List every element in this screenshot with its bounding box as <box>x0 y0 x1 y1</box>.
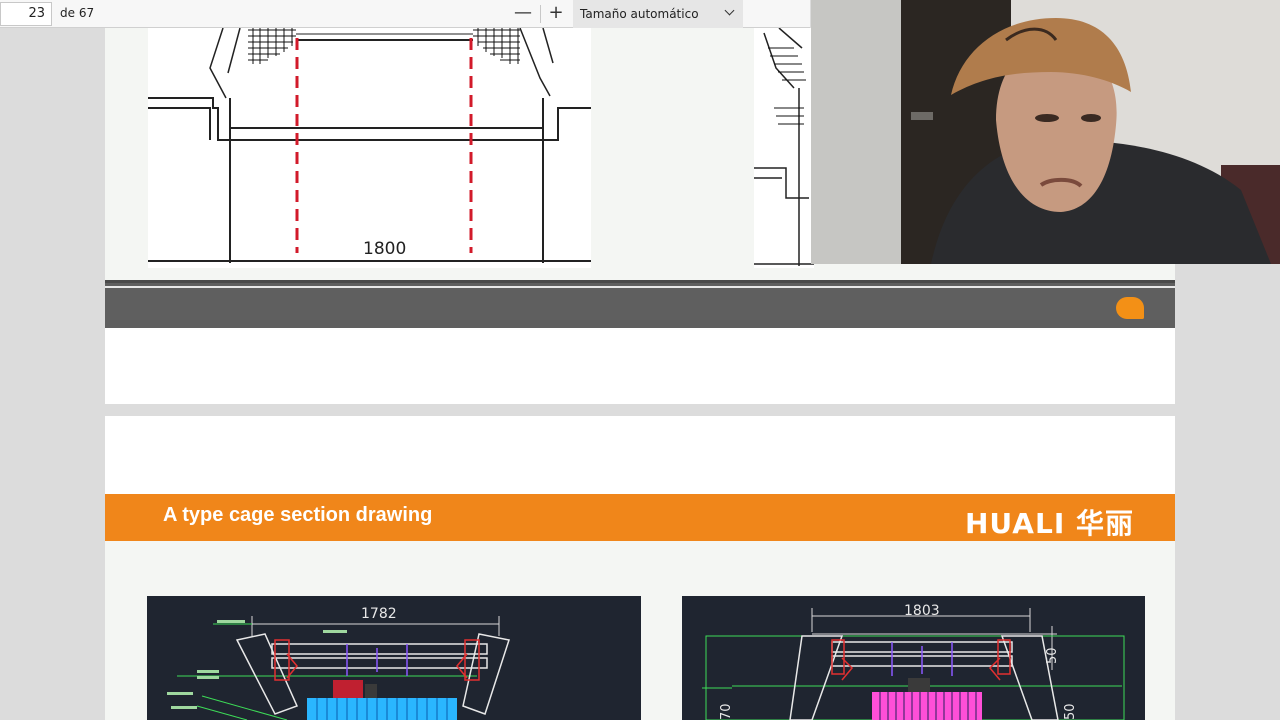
cad-drawing-left: 1782 <box>147 596 641 720</box>
webcam-feed-image <box>811 0 1280 264</box>
drawing-dimension-label: 1800 <box>363 239 406 259</box>
toolbar-divider <box>540 5 541 23</box>
cad-drawing-left-svg: 1782 <box>167 606 510 720</box>
page-count-label: de 67 <box>60 6 95 20</box>
cad-drawing-right-svg: 1803 50 50 70 <box>702 603 1125 720</box>
cage-drawing-right-partial <box>754 28 814 268</box>
pdf-toolbar: 23 de 67 — + Tamaño automático <box>0 0 810 28</box>
left-dimension-label: 1782 <box>361 606 397 622</box>
footer-band-rule <box>105 286 1175 288</box>
brand-logo: HUALI 华丽 <box>965 507 1134 540</box>
cage-drawing-svg: 1800 <box>148 28 591 263</box>
cage-drawing-right-svg <box>754 28 814 266</box>
zoom-select[interactable]: Tamaño automático <box>573 0 743 28</box>
cage-drawing-left: 1800 <box>148 28 591 268</box>
cad-drawing-right: 1803 50 50 70 <box>682 596 1145 720</box>
right-dimension-label: 1803 <box>904 603 940 619</box>
chevron-down-icon <box>724 5 735 16</box>
brand-dot-icon <box>1116 297 1144 319</box>
zoom-in-button[interactable]: + <box>545 2 567 26</box>
zoom-select-value: Tamaño automático <box>580 7 699 21</box>
zoom-out-button[interactable]: — <box>512 2 534 26</box>
page-top-margin <box>105 416 1175 494</box>
left-side-dimension: 70 <box>719 703 734 720</box>
right-side-dimension-low: 50 <box>1063 703 1078 720</box>
page-bottom-margin <box>105 328 1175 404</box>
webcam-overlay <box>811 0 1280 264</box>
page-number-input[interactable]: 23 <box>0 2 52 26</box>
page-footer-band <box>105 280 1175 328</box>
section-title: A type cage section drawing <box>163 504 433 526</box>
